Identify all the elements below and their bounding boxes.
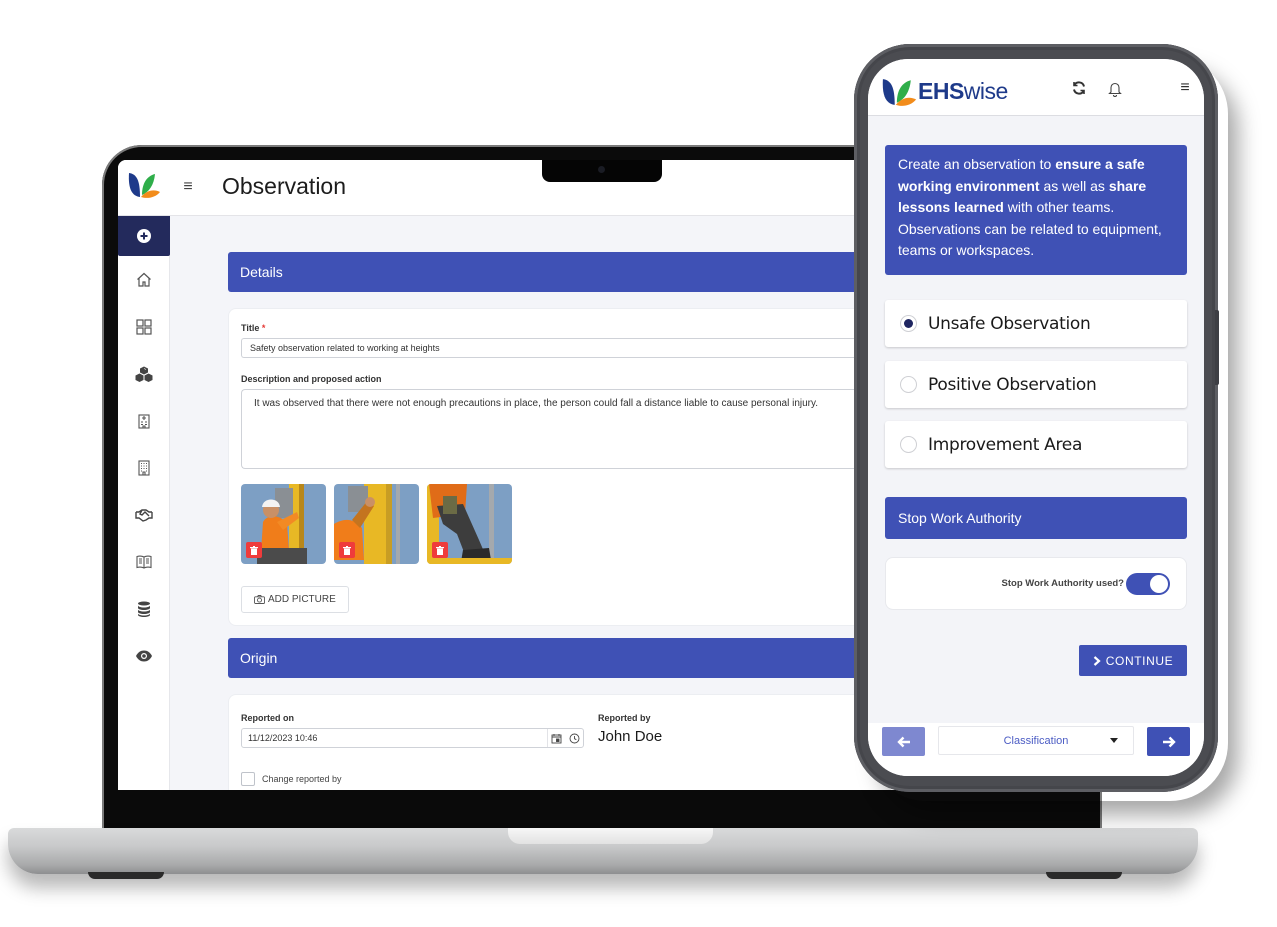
trash-icon	[250, 545, 258, 555]
reported-on-value: 11/12/2023 10:46	[248, 733, 318, 743]
sidebar-item-sites[interactable]	[118, 397, 170, 444]
step-select-value: Classification	[1003, 734, 1069, 747]
cubes-icon	[135, 366, 153, 382]
refresh-button[interactable]	[1070, 79, 1088, 97]
eye-icon	[136, 650, 152, 661]
continue-button[interactable]: CONTINUE	[1079, 645, 1187, 676]
book-open-icon	[136, 555, 152, 569]
hamburger-icon: ≡	[1180, 79, 1190, 96]
picture-thumbnail[interactable]	[334, 484, 419, 564]
change-reported-by-checkbox[interactable]	[241, 772, 255, 786]
picture-thumbnail[interactable]	[427, 484, 512, 564]
stop-work-section-header: Stop Work Authority	[885, 497, 1187, 539]
option-label: Unsafe Observation	[928, 313, 1091, 334]
home-icon	[137, 272, 151, 287]
menu-toggle-button[interactable]: ≡	[180, 177, 196, 197]
sidebar-item-partners[interactable]	[118, 491, 170, 538]
reported-by-value: John Doe	[598, 728, 663, 745]
sidebar-item-equipment[interactable]	[118, 350, 170, 397]
plus-circle-icon	[137, 229, 151, 243]
laptop-base	[8, 828, 1198, 874]
delete-picture-button[interactable]	[432, 542, 448, 558]
hamburger-icon: ≡	[183, 178, 193, 195]
reported-on-label: Reported on	[241, 713, 294, 723]
sidebar-item-home[interactable]	[118, 256, 170, 303]
reported-by-label: Reported by	[598, 713, 651, 723]
sidebar-item-buildings[interactable]	[118, 444, 170, 491]
delete-picture-button[interactable]	[339, 542, 355, 558]
laptop-camera-notch	[542, 160, 662, 182]
continue-label: CONTINUE	[1105, 653, 1174, 668]
radio-unselected[interactable]	[900, 376, 917, 393]
ehswise-logo-icon	[882, 79, 917, 106]
option-label: Positive Observation	[928, 374, 1097, 395]
caret-down-icon	[1110, 738, 1118, 743]
add-picture-label: ADD PICTURE	[268, 594, 336, 605]
webcam-icon	[598, 166, 605, 173]
intro-banner: Create an observation to ensure a safe w…	[885, 145, 1187, 275]
stop-work-question: Stop Work Authority used?	[1001, 578, 1124, 589]
delete-picture-button[interactable]	[246, 542, 262, 558]
sidebar-item-database[interactable]	[118, 585, 170, 632]
option-improvement-area[interactable]: Improvement Area	[885, 421, 1187, 468]
laptop-foot-right	[1046, 872, 1122, 879]
laptop-lid-opening	[508, 828, 713, 844]
hospital-building-icon	[138, 413, 150, 429]
notifications-button[interactable]	[1106, 79, 1124, 97]
clock-icon	[569, 733, 579, 743]
camera-icon	[254, 595, 265, 604]
sidebar-item-create[interactable]	[118, 216, 170, 256]
arrow-right-icon	[1162, 736, 1176, 747]
database-icon	[138, 601, 150, 617]
option-label: Improvement Area	[928, 434, 1083, 455]
previous-step-button[interactable]	[882, 727, 925, 756]
laptop-foot-left	[88, 872, 164, 879]
trash-icon	[343, 545, 351, 555]
radio-unselected[interactable]	[900, 436, 917, 453]
device-mockup-scene: ≡ Observation Details Title * Safety obs…	[0, 0, 1277, 927]
phone-app-header: EHSwise ≡	[868, 59, 1204, 116]
phone-menu-button[interactable]: ≡	[1176, 79, 1194, 97]
chevron-right-icon	[1093, 655, 1101, 666]
time-button[interactable]	[565, 729, 583, 747]
next-step-button[interactable]	[1147, 727, 1190, 756]
change-reported-by-label: Change reported by	[262, 774, 342, 784]
ehswise-logo-icon	[128, 173, 160, 198]
trash-icon	[436, 545, 444, 555]
stop-work-card: Stop Work Authority used?	[885, 557, 1187, 610]
required-marker: *	[261, 323, 266, 333]
add-picture-button[interactable]: ADD PICTURE	[241, 586, 349, 613]
stop-work-toggle[interactable]	[1126, 572, 1170, 595]
option-positive-observation[interactable]: Positive Observation	[885, 361, 1187, 408]
building-icon	[138, 459, 150, 476]
grid-icon	[136, 318, 152, 335]
calendar-button[interactable]	[547, 729, 565, 747]
option-unsafe-observation[interactable]: Unsafe Observation	[885, 300, 1187, 347]
sidebar-item-dashboard[interactable]	[118, 303, 170, 350]
handshake-icon	[135, 508, 153, 522]
radio-selected[interactable]	[900, 315, 917, 332]
sidebar-item-observations[interactable]	[118, 632, 170, 679]
picture-thumbnail[interactable]	[241, 484, 326, 564]
calendar-icon	[551, 733, 562, 743]
brand-name: EHSwise	[918, 78, 1008, 104]
refresh-icon	[1073, 81, 1085, 95]
sidebar-nav	[118, 216, 170, 790]
step-select[interactable]: Classification	[938, 726, 1134, 755]
sidebar-item-lessons[interactable]	[118, 538, 170, 585]
reported-on-input[interactable]: 11/12/2023 10:46	[241, 728, 584, 748]
phone-step-footer: Classification	[868, 723, 1204, 776]
arrow-left-icon	[896, 736, 910, 747]
bell-icon	[1108, 82, 1122, 97]
phone-side-button	[1215, 310, 1219, 385]
phone-screen: EHSwise ≡ Create an observation to ensur…	[868, 59, 1204, 776]
page-title: Observation	[222, 173, 347, 199]
